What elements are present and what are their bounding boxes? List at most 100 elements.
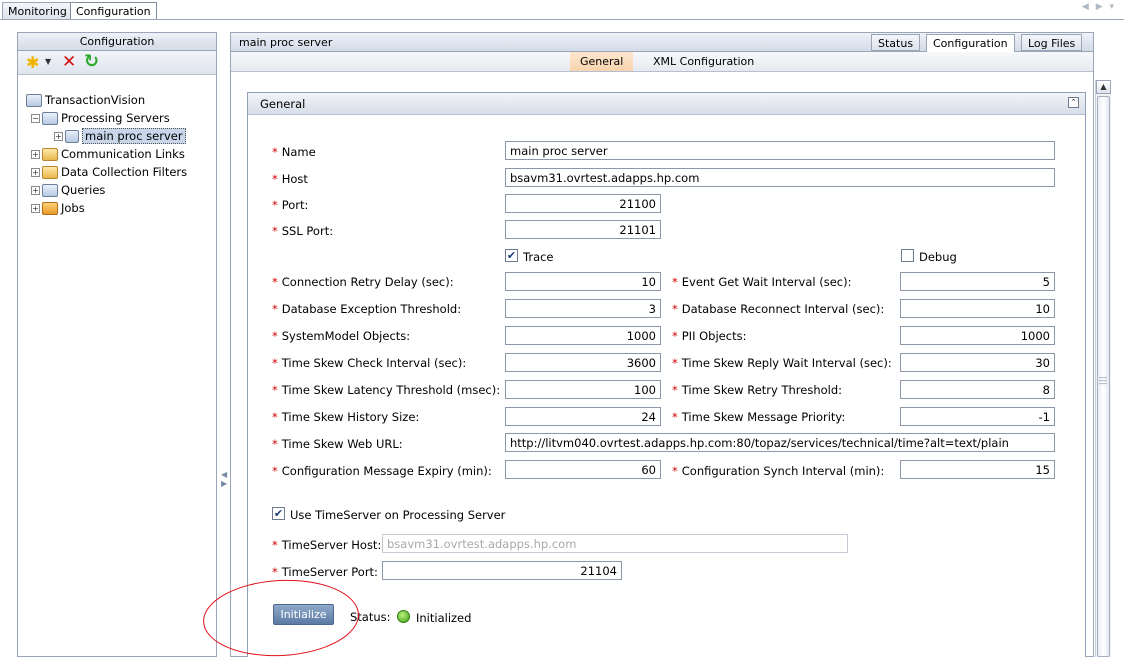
systemmodel-objects-field[interactable]: 1000: [505, 326, 661, 345]
time-skew-message-priority-field[interactable]: -1: [900, 407, 1055, 426]
tab-nav-arrows-icon[interactable]: ◀ ▶ ▾: [1082, 2, 1116, 12]
grip-icon: ― ― ―: [1099, 373, 1107, 388]
panel-splitter[interactable]: [218, 32, 230, 657]
tree-item-data-collection-filters[interactable]: + Data Collection Filters: [31, 164, 187, 180]
connection-retry-delay-label: * Connection Retry Delay (sec):: [272, 275, 454, 289]
host-field[interactable]: bsavm31.ovrtest.adapps.hp.com: [505, 168, 1055, 187]
subtab-bar: General XML Configuration: [231, 52, 1093, 72]
tree-item-communication-links[interactable]: + Communication Links: [31, 146, 185, 162]
tree-item-jobs[interactable]: + Jobs: [31, 200, 85, 216]
collapse-icon[interactable]: −: [31, 113, 40, 123]
config-synch-interval-label: * Configuration Synch Interval (min):: [672, 464, 885, 478]
use-timeserver-checkbox[interactable]: ✔: [272, 507, 285, 520]
tree-item-label: Data Collection Filters: [61, 165, 188, 179]
host-label: * Host: [272, 172, 308, 186]
tree-item-processing-servers[interactable]: − Processing Servers: [31, 110, 170, 126]
tree-item-label: Communication Links: [61, 147, 185, 161]
config-synch-interval-field[interactable]: 15: [900, 460, 1055, 479]
systemmodel-objects-label: * SystemModel Objects:: [272, 329, 411, 343]
general-group-header: General ⌃: [248, 93, 1085, 115]
filter-folder-icon: [42, 165, 58, 179]
server-gear-icon: [65, 129, 79, 143]
time-skew-check-interval-label: * Time Skew Check Interval (sec):: [272, 356, 467, 370]
time-skew-web-url-label: * Time Skew Web URL:: [272, 437, 403, 451]
time-skew-reply-wait-interval-label: * Time Skew Reply Wait Interval (sec):: [672, 356, 892, 370]
server-folder-icon: [42, 111, 58, 125]
trace-label: Trace: [523, 250, 554, 264]
tab-configuration-detail[interactable]: Configuration: [926, 34, 1015, 52]
time-skew-latency-threshold-label: * Time Skew Latency Threshold (msec):: [272, 383, 501, 397]
time-skew-history-size-label: * Time Skew History Size:: [272, 410, 420, 424]
time-skew-latency-threshold-field[interactable]: 100: [505, 380, 661, 399]
config-message-expiry-label: * Configuration Message Expiry (min):: [272, 464, 492, 478]
scroll-up-icon[interactable]: ▲: [1096, 80, 1111, 94]
database-exception-threshold-field[interactable]: 3: [505, 299, 661, 318]
transactionvision-icon: [26, 93, 42, 107]
tree-item-label: main proc server: [82, 128, 186, 144]
subtab-xml-configuration[interactable]: XML Configuration: [643, 52, 764, 71]
red-x-delete-icon[interactable]: ✕: [62, 52, 76, 72]
query-icon: [42, 183, 58, 197]
tab-status[interactable]: Status: [871, 34, 921, 51]
subtab-general[interactable]: General: [570, 52, 634, 71]
timeserver-port-label: * TimeServer Port:: [272, 565, 378, 579]
right-panel-title: main proc server: [239, 36, 333, 49]
trace-checkbox[interactable]: ✔: [505, 249, 518, 262]
dropdown-arrow-icon[interactable]: ▼: [45, 57, 51, 66]
expand-icon[interactable]: +: [31, 185, 40, 195]
event-get-wait-interval-label: * Event Get Wait Interval (sec):: [672, 275, 852, 289]
tree-item-label: Processing Servers: [61, 111, 170, 125]
right-panel-header: main proc server Status Configuration Lo…: [231, 33, 1093, 52]
tree-item-label: Queries: [61, 183, 106, 197]
time-skew-retry-threshold-label: * Time Skew Retry Threshold:: [672, 383, 843, 397]
database-exception-threshold-label: * Database Exception Threshold:: [272, 302, 462, 316]
group-title: General: [260, 97, 306, 111]
top-tab-divider: [0, 19, 1124, 20]
tab-configuration[interactable]: Configuration: [70, 2, 157, 20]
time-skew-reply-wait-interval-field[interactable]: 30: [900, 353, 1055, 372]
jobs-icon: [42, 201, 58, 215]
database-reconnect-interval-field[interactable]: 10: [900, 299, 1055, 318]
timeserver-port-field[interactable]: 21104: [382, 561, 622, 580]
tab-monitoring[interactable]: Monitoring: [2, 2, 73, 19]
tab-log-files[interactable]: Log Files: [1021, 34, 1083, 51]
green-refresh-icon[interactable]: ↻: [84, 51, 99, 72]
time-skew-history-size-field[interactable]: 24: [505, 407, 661, 426]
expand-icon[interactable]: +: [31, 167, 40, 177]
config-message-expiry-field[interactable]: 60: [505, 460, 661, 479]
pii-objects-field[interactable]: 1000: [900, 326, 1055, 345]
time-skew-web-url-field[interactable]: http://litvm040.ovrtest.adapps.hp.com:80…: [505, 433, 1055, 452]
port-field[interactable]: 21100: [505, 194, 661, 213]
tree-item-queries[interactable]: + Queries: [31, 182, 105, 198]
status-ok-icon: [397, 610, 410, 623]
ssl-port-field[interactable]: 21101: [505, 220, 661, 239]
left-panel-title: Configuration: [18, 33, 216, 51]
database-reconnect-interval-label: * Database Reconnect Interval (sec):: [672, 302, 885, 316]
status-value: Initialized: [416, 611, 472, 625]
use-timeserver-label: Use TimeServer on Processing Server: [290, 508, 506, 522]
pii-objects-label: * PII Objects:: [672, 329, 747, 343]
tree-item-main-proc-server[interactable]: + main proc server: [54, 128, 186, 144]
star-new-icon[interactable]: ✱: [26, 53, 39, 72]
debug-label: Debug: [919, 250, 957, 264]
time-skew-message-priority-label: * Time Skew Message Priority:: [672, 410, 846, 424]
left-toolbar: ✱ ▼ ✕ ↻: [18, 51, 216, 75]
ssl-port-label: * SSL Port:: [272, 224, 334, 238]
splitter-arrows-icon[interactable]: ◀ ▶: [221, 470, 227, 488]
connection-retry-delay-field[interactable]: 10: [505, 272, 661, 291]
debug-checkbox[interactable]: [901, 249, 914, 262]
tree-item-label: Jobs: [61, 201, 85, 215]
collapse-up-icon[interactable]: ⌃: [1068, 97, 1079, 108]
tree-root[interactable]: TransactionVision: [26, 92, 145, 108]
time-skew-retry-threshold-field[interactable]: 8: [900, 380, 1055, 399]
name-field[interactable]: main proc server: [505, 141, 1055, 160]
expand-icon[interactable]: +: [54, 131, 63, 141]
timeserver-host-field[interactable]: bsavm31.ovrtest.adapps.hp.com: [382, 534, 848, 553]
event-get-wait-interval-field[interactable]: 5: [900, 272, 1055, 291]
communication-folder-icon: [42, 147, 58, 161]
time-skew-check-interval-field[interactable]: 3600: [505, 353, 661, 372]
vertical-scrollbar[interactable]: ▲ ― ― ―: [1095, 80, 1111, 657]
expand-icon[interactable]: +: [31, 203, 40, 213]
name-label: * Name: [272, 145, 316, 159]
expand-icon[interactable]: +: [31, 149, 40, 159]
